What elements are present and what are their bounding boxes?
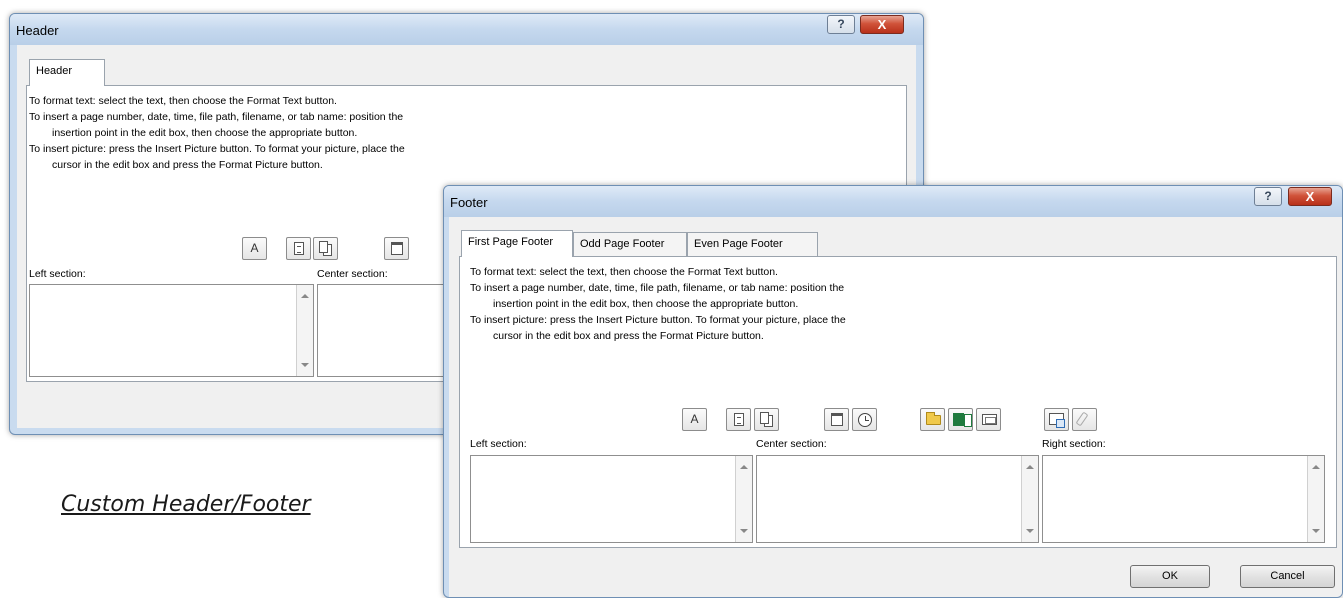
insert-date-icon bbox=[831, 413, 843, 426]
instruction-line: To insert picture: press the Insert Pict… bbox=[29, 143, 405, 155]
cancel-button[interactable]: Cancel bbox=[1240, 565, 1335, 588]
right-section-editor[interactable] bbox=[1042, 455, 1325, 543]
left-section-label: Left section: bbox=[470, 438, 527, 450]
insert-date-button[interactable] bbox=[384, 237, 409, 260]
scrollbar[interactable] bbox=[735, 456, 752, 542]
scroll-up-icon[interactable] bbox=[1312, 465, 1320, 469]
insert-number-of-pages-button[interactable] bbox=[313, 237, 338, 260]
insert-file-name-button[interactable] bbox=[948, 408, 973, 431]
left-section-editor[interactable] bbox=[29, 284, 314, 377]
tab-first-page-footer[interactable]: First Page Footer bbox=[461, 230, 573, 257]
left-section-editor[interactable] bbox=[470, 455, 753, 543]
insert-number-of-pages-icon bbox=[760, 412, 769, 424]
insert-time-icon bbox=[858, 413, 872, 427]
footer-dialog: Footer ? X First Page Footer Odd Page Fo… bbox=[443, 185, 1343, 598]
scroll-up-icon[interactable] bbox=[301, 294, 309, 298]
header-dialog-titlebar[interactable]: Header ? X bbox=[10, 14, 923, 45]
scrollbar[interactable] bbox=[1307, 456, 1324, 542]
tab-header[interactable]: Header bbox=[29, 59, 105, 86]
scroll-down-icon[interactable] bbox=[1026, 529, 1034, 533]
footer-dialog-body: First Page Footer Odd Page Footer Even P… bbox=[449, 217, 1342, 597]
format-picture-icon bbox=[1075, 411, 1089, 427]
insert-sheet-name-icon bbox=[982, 414, 997, 425]
caption: Custom Header/Footer bbox=[61, 492, 311, 517]
scrollbar[interactable] bbox=[296, 285, 313, 376]
footer-dialog-title: Footer bbox=[450, 195, 488, 210]
instruction-line: To format text: select the text, then ch… bbox=[29, 95, 337, 107]
instruction-line: To insert picture: press the Insert Pict… bbox=[470, 314, 846, 326]
insert-date-button[interactable] bbox=[824, 408, 849, 431]
left-section-label: Left section: bbox=[29, 268, 86, 280]
scroll-up-icon[interactable] bbox=[740, 465, 748, 469]
format-text-button[interactable]: A bbox=[682, 408, 707, 431]
insert-picture-button[interactable] bbox=[1044, 408, 1069, 431]
insert-file-name-icon bbox=[953, 413, 972, 427]
instruction-line: To format text: select the text, then ch… bbox=[470, 266, 778, 278]
insert-file-path-icon bbox=[926, 412, 941, 425]
instruction-line: insertion point in the edit box, then ch… bbox=[52, 127, 358, 139]
instruction-line: To insert a page number, date, time, fil… bbox=[29, 111, 404, 123]
tab-odd-page-footer[interactable]: Odd Page Footer bbox=[573, 232, 687, 256]
ok-button[interactable]: OK bbox=[1130, 565, 1210, 588]
footer-tab-panel: To format text: select the text, then ch… bbox=[459, 256, 1337, 548]
insert-file-path-button[interactable] bbox=[920, 408, 945, 431]
scroll-up-icon[interactable] bbox=[1026, 465, 1034, 469]
insert-date-icon bbox=[391, 242, 403, 255]
scrollbar[interactable] bbox=[1021, 456, 1038, 542]
instruction-line: To insert a page number, date, time, fil… bbox=[470, 282, 845, 294]
insert-page-number-icon bbox=[734, 413, 744, 426]
insert-page-number-button[interactable] bbox=[726, 408, 751, 431]
center-section-editor[interactable] bbox=[756, 455, 1039, 543]
insert-number-of-pages-button[interactable] bbox=[754, 408, 779, 431]
header-instructions: To format text: select the text, then ch… bbox=[29, 93, 405, 173]
close-button[interactable]: X bbox=[1288, 187, 1332, 206]
center-section-label: Center section: bbox=[756, 438, 827, 450]
close-button[interactable]: X bbox=[860, 15, 904, 34]
help-button[interactable]: ? bbox=[1254, 187, 1282, 206]
scroll-down-icon[interactable] bbox=[740, 529, 748, 533]
footer-dialog-titlebar[interactable]: Footer ? X bbox=[444, 186, 1342, 217]
insert-page-number-button[interactable] bbox=[286, 237, 311, 260]
format-text-icon: A bbox=[690, 412, 699, 426]
insert-sheet-name-button[interactable] bbox=[976, 408, 1001, 431]
header-dialog-title: Header bbox=[16, 23, 59, 38]
tab-even-page-footer[interactable]: Even Page Footer bbox=[687, 232, 818, 256]
footer-instructions: To format text: select the text, then ch… bbox=[470, 264, 846, 344]
scroll-down-icon[interactable] bbox=[301, 363, 309, 367]
instruction-line: cursor in the edit box and press the For… bbox=[493, 330, 764, 342]
insert-number-of-pages-icon bbox=[319, 241, 328, 253]
format-picture-button[interactable] bbox=[1072, 408, 1097, 431]
instruction-line: cursor in the edit box and press the For… bbox=[52, 159, 323, 171]
format-text-button[interactable]: A bbox=[242, 237, 267, 260]
right-section-label: Right section: bbox=[1042, 438, 1106, 450]
insert-picture-icon bbox=[1049, 413, 1065, 428]
scroll-down-icon[interactable] bbox=[1312, 529, 1320, 533]
center-section-label: Center section: bbox=[317, 268, 388, 280]
insert-page-number-icon bbox=[294, 242, 304, 255]
help-button[interactable]: ? bbox=[827, 15, 855, 34]
instruction-line: insertion point in the edit box, then ch… bbox=[493, 298, 799, 310]
insert-time-button[interactable] bbox=[852, 408, 877, 431]
format-text-icon: A bbox=[250, 241, 259, 255]
